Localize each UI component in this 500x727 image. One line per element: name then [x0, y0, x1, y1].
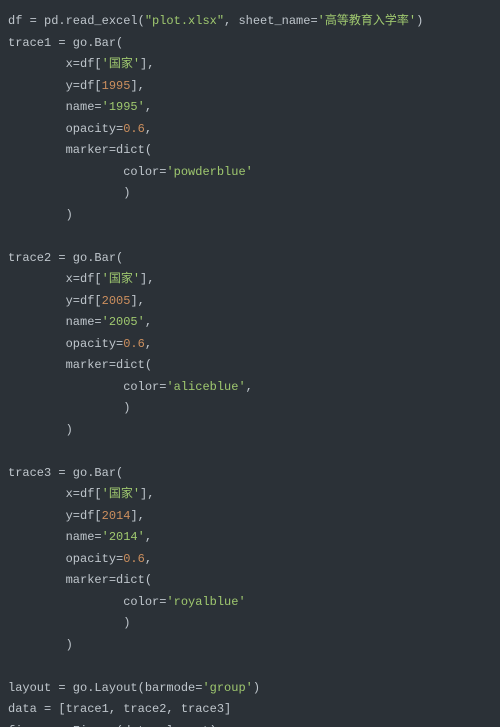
- code-token: ,: [145, 552, 152, 566]
- code-token: 0.6: [123, 122, 145, 136]
- code-token: marker=dict(: [8, 358, 152, 372]
- code-token: marker=dict(: [8, 143, 152, 157]
- code-content: df = pd.read_excel("plot.xlsx", sheet_na…: [8, 14, 423, 727]
- code-token: 0.6: [123, 337, 145, 351]
- code-token: y=df[: [8, 509, 102, 523]
- code-token: , sheet_name=: [224, 14, 318, 28]
- code-token: 0.6: [123, 552, 145, 566]
- code-token: ): [8, 401, 130, 415]
- code-token: 'group': [202, 681, 252, 695]
- code-token: name=: [8, 530, 102, 544]
- code-token: data = [trace1, trace2, trace3]: [8, 702, 231, 716]
- code-token: y=df[: [8, 79, 102, 93]
- code-token: ,: [145, 337, 152, 351]
- code-token: ): [8, 616, 130, 630]
- code-token: 'powderblue': [166, 165, 252, 179]
- code-token: ],: [130, 79, 144, 93]
- code-token: 1995: [102, 79, 131, 93]
- code-token: ],: [140, 272, 154, 286]
- code-token: '国家': [102, 487, 140, 501]
- code-token: ],: [130, 509, 144, 523]
- code-token: y=df[: [8, 294, 102, 308]
- code-token: color=: [8, 380, 166, 394]
- code-token: ,: [246, 380, 253, 394]
- code-token: ,: [145, 122, 152, 136]
- code-token: x=df[: [8, 57, 102, 71]
- code-token: x=df[: [8, 272, 102, 286]
- code-token: ,: [145, 100, 152, 114]
- code-token: 2005: [102, 294, 131, 308]
- code-token: '2014': [102, 530, 145, 544]
- code-token: ): [8, 638, 73, 652]
- code-token: '国家': [102, 57, 140, 71]
- code-token: ],: [140, 487, 154, 501]
- code-token: ): [8, 208, 73, 222]
- code-token: opacity=: [8, 552, 123, 566]
- code-token: df = pd.read_excel(: [8, 14, 145, 28]
- code-token: 2014: [102, 509, 131, 523]
- code-token: ,: [145, 315, 152, 329]
- code-token: '高等教育入学率': [318, 14, 416, 28]
- code-token: 'royalblue': [166, 595, 245, 609]
- code-token: '国家': [102, 272, 140, 286]
- code-token: color=: [8, 595, 166, 609]
- code-token: trace2 = go.Bar(: [8, 251, 123, 265]
- code-token: x=df[: [8, 487, 102, 501]
- code-token: fig = go.Figure(data, layout): [8, 724, 217, 727]
- code-token: ): [416, 14, 423, 28]
- code-token: color=: [8, 165, 166, 179]
- code-token: layout = go.Layout(barmode=: [8, 681, 202, 695]
- code-token: trace3 = go.Bar(: [8, 466, 123, 480]
- code-token: '2005': [102, 315, 145, 329]
- code-token: '1995': [102, 100, 145, 114]
- code-block: df = pd.read_excel("plot.xlsx", sheet_na…: [0, 0, 500, 727]
- code-token: trace1 = go.Bar(: [8, 36, 123, 50]
- code-token: opacity=: [8, 122, 123, 136]
- code-token: ): [253, 681, 260, 695]
- code-token: ],: [140, 57, 154, 71]
- code-token: ): [8, 423, 73, 437]
- code-token: ): [8, 186, 130, 200]
- code-token: marker=dict(: [8, 573, 152, 587]
- code-token: opacity=: [8, 337, 123, 351]
- code-token: 'aliceblue': [166, 380, 245, 394]
- code-token: ],: [130, 294, 144, 308]
- code-token: ,: [145, 530, 152, 544]
- code-token: "plot.xlsx": [145, 14, 224, 28]
- code-token: name=: [8, 100, 102, 114]
- code-token: name=: [8, 315, 102, 329]
